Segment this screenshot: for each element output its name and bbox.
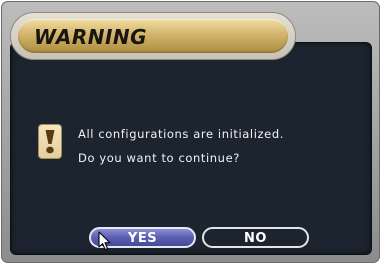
mouse-pointer-icon (98, 231, 111, 251)
no-button[interactable]: NO (202, 227, 309, 248)
dialog-message: All configurations are initialized. Do y… (78, 122, 284, 170)
dialog-title-plate: WARNING (18, 19, 288, 53)
exclamation-icon (38, 124, 62, 159)
message-line-2: Do you want to continue? (78, 151, 240, 165)
dialog-title-bar: WARNING (10, 12, 296, 60)
message-line-1: All configurations are initialized. (78, 127, 284, 141)
dialog-title: WARNING (34, 25, 148, 49)
